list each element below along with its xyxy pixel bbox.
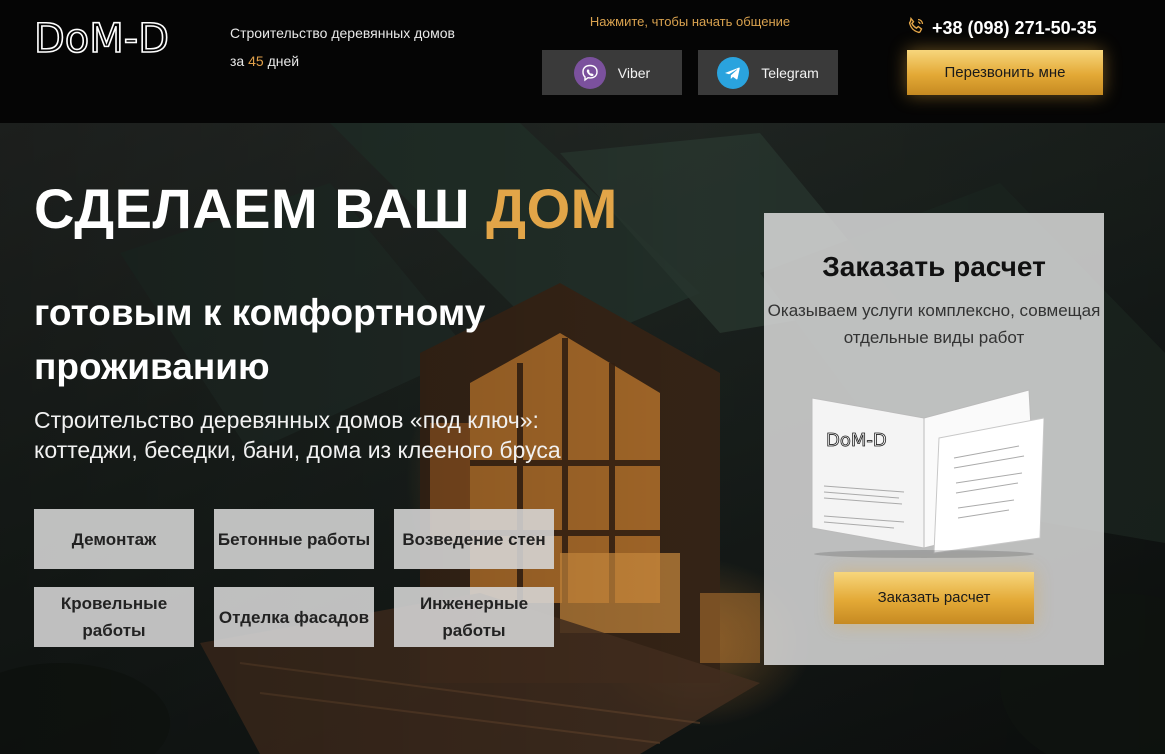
service-roofing[interactable]: Кровельные работы xyxy=(34,587,194,647)
tagline-suffix: дней xyxy=(267,53,300,69)
order-panel-title: Заказать расчет xyxy=(822,251,1046,282)
service-demolition[interactable]: Демонтаж xyxy=(34,509,194,569)
chat-prompt: Нажмите, чтобы начать общение xyxy=(589,14,791,29)
service-facades[interactable]: Отделка фасадов xyxy=(214,587,374,647)
phone-text: +38 (098) 271-50-35 xyxy=(932,18,1097,38)
header-tagline: Строительство деревянных домов за 45 дне… xyxy=(230,19,455,75)
service-walls[interactable]: Возведение стен xyxy=(394,509,554,569)
hero-section: СДЕЛАЕМ ВАШ ДОМ готовым к комфортному пр… xyxy=(0,123,1165,754)
service-engineering[interactable]: Инженерные работы xyxy=(394,587,554,647)
viber-icon xyxy=(573,56,606,89)
tagline-line2: за 45 дней xyxy=(230,47,455,75)
service-concrete[interactable]: Бетонные работы xyxy=(214,509,374,569)
svg-text:DoM-D: DoM-D xyxy=(34,16,169,58)
phone-number[interactable]: +38 (098) 271-50-35 xyxy=(906,16,1097,41)
order-panel-description: Оказываем услуги комплексно, совмещая от… xyxy=(767,301,1101,347)
hero-description: Строительство деревянных домов «под ключ… xyxy=(34,407,561,463)
telegram-icon xyxy=(717,56,750,89)
site-logo[interactable]: DoM-D xyxy=(34,14,206,58)
tagline-prefix: за xyxy=(230,53,245,69)
tagline-days: 45 xyxy=(248,53,264,69)
site-header: DoM-D Строительство деревянных домов за … xyxy=(0,0,1165,123)
telegram-button[interactable]: Telegram xyxy=(698,50,838,95)
order-panel: Заказать расчет Оказываем услуги комплек… xyxy=(764,213,1104,665)
hero-subtitle: готовым к комфортному проживанию xyxy=(34,292,486,387)
hero-title-main: СДЕЛАЕМ ВАШ xyxy=(34,177,471,240)
tagline-line1: Строительство деревянных домов xyxy=(230,25,455,41)
hero-title-accent: ДОМ xyxy=(486,177,618,240)
viber-button[interactable]: Viber xyxy=(542,50,682,95)
viber-label: Viber xyxy=(617,64,651,81)
brochure-logo: DoM-D xyxy=(826,430,887,451)
hero-title: СДЕЛАЕМ ВАШ ДОМ xyxy=(34,176,618,241)
order-calculation-button[interactable]: Заказать расчет xyxy=(834,572,1034,624)
brochure-image: DoM-D xyxy=(811,389,1044,558)
telegram-label: Telegram xyxy=(761,64,819,81)
callback-button[interactable]: Перезвонить мне xyxy=(907,50,1103,95)
phone-icon xyxy=(906,16,926,41)
